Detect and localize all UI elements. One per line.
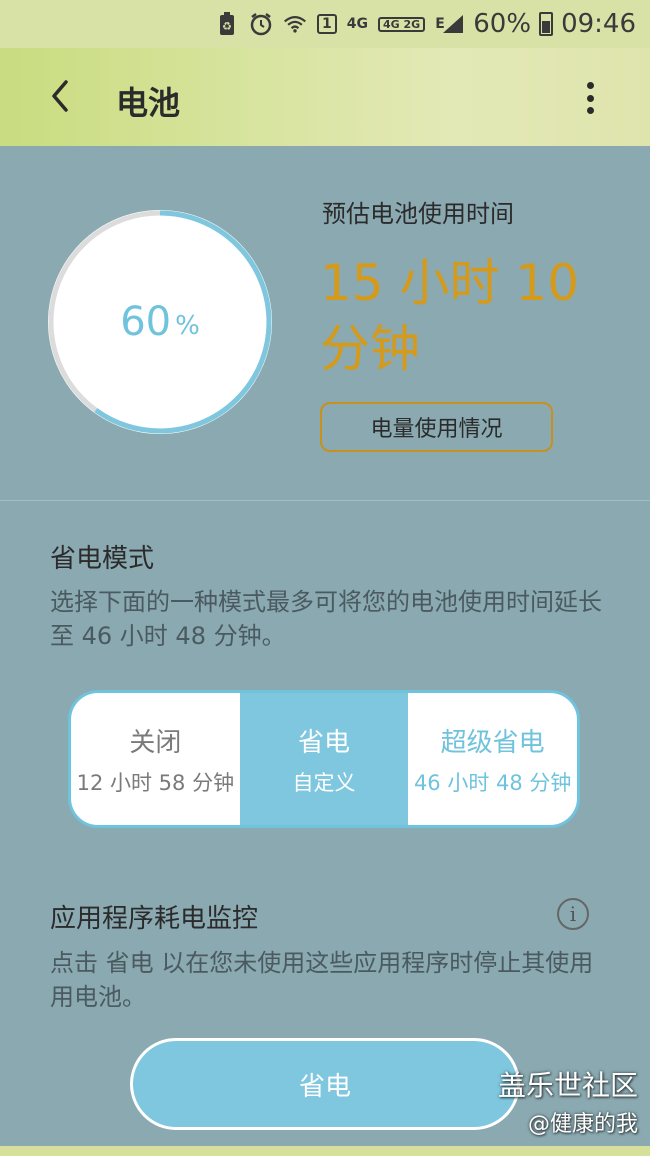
battery-percent-display: 60% bbox=[44, 206, 276, 438]
status-bar: ♻ 1 4G 4G 2G E 60% 09:46 bbox=[0, 0, 650, 48]
app-monitor-description: 点击 省电 以在您未使用这些应用程序时停止其使用用电池。 bbox=[50, 949, 594, 1011]
save-power-button[interactable]: 省电 bbox=[130, 1038, 520, 1130]
estimate-label: 预估电池使用时间 bbox=[322, 200, 514, 228]
watermark-line1: 盖乐世社区 bbox=[497, 1069, 638, 1102]
estimate-time: 15 小时 10 分钟 bbox=[320, 254, 580, 378]
mode-power-saving-option[interactable]: 省电 自定义 bbox=[239, 693, 409, 825]
svg-text:♻: ♻ bbox=[222, 20, 232, 33]
bottom-strip bbox=[0, 1146, 650, 1156]
watermark-line2: @健康的我 bbox=[527, 1112, 638, 1137]
mode-subtitle: 46 小时 48 分钟 bbox=[413, 770, 572, 795]
network-4g-2g-label: 4G 2G bbox=[377, 16, 426, 32]
page-title: 电池 bbox=[116, 84, 181, 122]
signal-icon bbox=[441, 12, 465, 36]
app-monitor-title: 应用程序耗电监控 bbox=[50, 904, 259, 934]
back-button[interactable] bbox=[40, 76, 80, 116]
power-mode-selector: 关闭 12 小时 58 分钟 省电 自定义 超级省电 46 小时 48 分钟 bbox=[68, 690, 580, 828]
battery-level-ring: 60% bbox=[44, 206, 276, 438]
sim-badge: 1 bbox=[317, 14, 337, 34]
info-icon[interactable]: i bbox=[557, 898, 589, 930]
mode-subtitle: 自定义 bbox=[292, 770, 356, 795]
battery-usage-button[interactable]: 电量使用情况 bbox=[320, 402, 553, 452]
mode-ultra-power-saving-option[interactable]: 超级省电 46 小时 48 分钟 bbox=[408, 693, 577, 825]
network-4g-label: 4G bbox=[346, 16, 368, 32]
battery-percent-sign: % bbox=[175, 311, 200, 341]
power-saving-description: 选择下面的一种模式最多可将您的电池使用时间延长至 46 小时 48 分钟。 bbox=[50, 588, 602, 650]
alarm-icon bbox=[249, 12, 273, 36]
mode-title: 省电 bbox=[298, 727, 351, 758]
divider bbox=[0, 500, 650, 501]
clock-text: 09:46 bbox=[561, 9, 636, 39]
back-arrow-icon bbox=[52, 80, 68, 112]
wifi-icon bbox=[283, 12, 307, 36]
status-right: 60% 09:46 bbox=[441, 8, 636, 40]
battery-saver-icon: ♻ bbox=[215, 12, 239, 36]
more-options-icon[interactable] bbox=[580, 78, 600, 118]
mode-off-option[interactable]: 关闭 12 小时 58 分钟 bbox=[71, 693, 240, 825]
power-saving-title: 省电模式 bbox=[50, 544, 155, 574]
mode-title: 关闭 bbox=[129, 727, 182, 758]
mode-title: 超级省电 bbox=[440, 727, 545, 758]
battery-percent-value: 60 bbox=[120, 299, 172, 345]
battery-icon bbox=[539, 12, 554, 36]
status-icons: ♻ 1 4G 4G 2G E bbox=[215, 8, 445, 40]
mode-subtitle: 12 小时 58 分钟 bbox=[76, 770, 235, 795]
app-bar: 电池 bbox=[0, 48, 650, 146]
battery-percent-text: 60% bbox=[473, 9, 532, 39]
